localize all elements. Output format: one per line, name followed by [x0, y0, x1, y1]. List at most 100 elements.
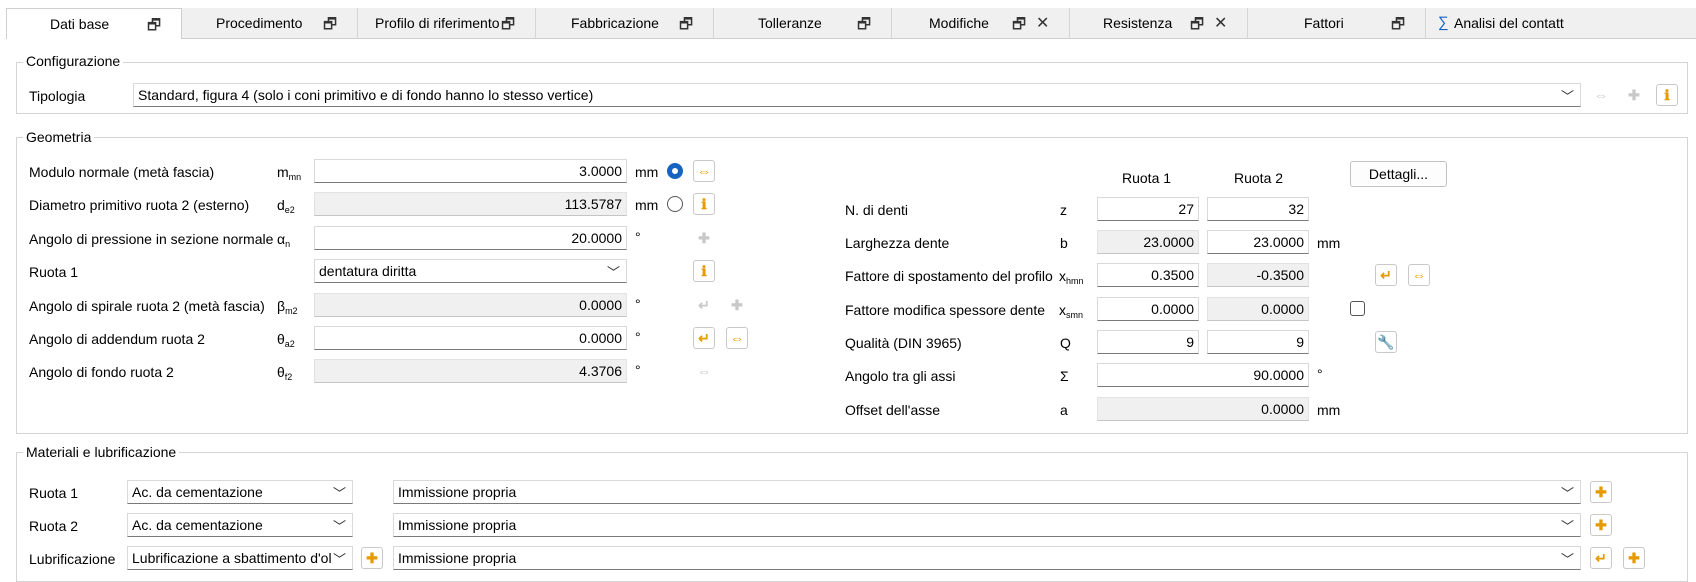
qualita-ruota1-input[interactable]: 9	[1097, 330, 1199, 354]
angolo-pressione-symbol: αn	[277, 231, 291, 249]
larghezza-dente-ruota2-input[interactable]: 23.0000	[1207, 230, 1309, 254]
restore-window-icon[interactable]: 🗗	[323, 14, 337, 39]
fattore-spessore-symbol: xsmn	[1059, 302, 1084, 320]
tab-label: Fabbricazione	[571, 15, 659, 31]
offset-asse-label: Offset dell'asse	[845, 402, 941, 418]
fattore-spostamento-ruota2-input[interactable]: -0.3500	[1207, 263, 1309, 287]
restore-window-icon[interactable]: 🗗	[679, 14, 693, 39]
materiale-ruota2-source-select[interactable]: Immissione propria ﹀	[393, 513, 1581, 537]
materiale-ruota1-select[interactable]: Ac. da cementazione ﹀	[127, 480, 353, 504]
diametro-primitivo-input[interactable]: 113.5787	[314, 192, 627, 216]
tipologia-label: Tipologia	[29, 88, 86, 104]
plus-icon[interactable]: ✚	[1623, 84, 1645, 106]
n-denti-ruota2-input[interactable]: 32	[1207, 197, 1309, 221]
chevron-down-icon: ﹀	[332, 486, 346, 501]
info-icon[interactable]: ℹ	[693, 193, 715, 215]
wrench-icon[interactable]: 🔧	[1375, 331, 1397, 353]
tipologia-value: Standard, figura 4 (solo i coni primitiv…	[138, 87, 594, 103]
modulo-normale-label: Modulo normale (metà fascia)	[29, 164, 215, 180]
angolo-pressione-label: Angolo di pressione in sezione normale	[29, 231, 274, 247]
angolo-pressione-input[interactable]: 20.0000	[314, 226, 627, 250]
tab-tolleranze[interactable]: Tolleranze 🗗	[714, 8, 892, 39]
info-icon[interactable]: ℹ	[693, 260, 715, 282]
arrow-left-icon[interactable]: ↵	[1590, 547, 1612, 569]
fattore-spessore-checkbox[interactable]	[1350, 301, 1365, 316]
restore-window-icon[interactable]: 🗗	[147, 15, 161, 40]
larghezza-dente-ruota1-input[interactable]: 23.0000	[1097, 230, 1199, 254]
tab-label: Profilo di riferimento	[375, 15, 500, 31]
close-icon[interactable]: ✕	[1036, 13, 1049, 33]
fattore-spessore-ruota1-input[interactable]: 0.0000	[1097, 297, 1199, 321]
n-denti-ruota1-input[interactable]: 27	[1097, 197, 1199, 221]
materiale-ruota1-source-select[interactable]: Immissione propria ﹀	[393, 480, 1581, 504]
modulo-normale-input[interactable]: 3.0000	[314, 159, 627, 183]
restore-window-icon[interactable]: 🗗	[857, 14, 871, 39]
lubrificazione-source-select[interactable]: Immissione propria ﹀	[393, 546, 1581, 570]
group-title-configurazione: Configurazione	[23, 53, 124, 69]
ruota1-dentatura-select[interactable]: dentatura diritta ﹀	[314, 259, 627, 283]
materiale-ruota2-label: Ruota 2	[29, 518, 79, 534]
diametro-primitivo-radio[interactable]	[667, 196, 683, 212]
tab-procedimento[interactable]: Procedimento 🗗	[182, 8, 358, 39]
fattore-spostamento-ruota1-input[interactable]: 0.3500	[1097, 263, 1199, 287]
tab-fattori[interactable]: Fattori 🗗	[1248, 8, 1426, 39]
offset-asse-input[interactable]: 0.0000	[1097, 397, 1309, 421]
column-header-ruota2: Ruota 2	[1234, 170, 1284, 186]
group-title-materiali: Materiali e lubrificazione	[23, 444, 180, 460]
ruota1-dentatura-value: dentatura diritta	[319, 263, 417, 279]
restore-window-icon[interactable]: 🗗	[1012, 14, 1026, 39]
fattore-spessore-ruota2-input[interactable]: 0.0000	[1207, 297, 1309, 321]
close-icon[interactable]: ✕	[1214, 13, 1227, 33]
angolo-assi-symbol: Σ	[1060, 368, 1069, 384]
restore-window-icon[interactable]: 🗗	[501, 14, 515, 39]
arrow-left-icon[interactable]: ↵	[693, 327, 715, 349]
tab-profilo-di-riferimento[interactable]: Profilo di riferimento 🗗	[358, 8, 536, 39]
diametro-primitivo-label: Diametro primitivo ruota 2 (esterno)	[29, 197, 250, 213]
angolo-spirale-input[interactable]: 0.0000	[314, 293, 627, 317]
chevron-down-icon: ﹀	[1560, 486, 1574, 501]
qualita-ruota2-input[interactable]: 9	[1207, 330, 1309, 354]
arrows-icon[interactable]: ⇔	[1590, 84, 1612, 106]
plus-icon[interactable]: ✚	[361, 547, 383, 569]
dettagli-button[interactable]: Dettagli...	[1350, 161, 1447, 187]
materiale-ruota1-value: Ac. da cementazione	[132, 484, 263, 500]
tab-label: Dati base	[50, 16, 110, 32]
arrow-left-icon[interactable]: ↵	[1375, 264, 1397, 286]
materiale-ruota1-source: Immissione propria	[398, 484, 517, 500]
info-icon[interactable]: ℹ	[1656, 84, 1678, 106]
lubrificazione-label: Lubrificazione	[29, 551, 116, 567]
angolo-addendum-label: Angolo di addendum ruota 2	[29, 331, 205, 347]
tab-resistenza[interactable]: Resistenza 🗗 ✕	[1070, 8, 1248, 39]
chevron-down-icon: ﹀	[332, 552, 346, 567]
lubrificazione-source: Immissione propria	[398, 550, 517, 566]
tab-fabbricazione[interactable]: Fabbricazione 🗗	[536, 8, 714, 39]
modulo-normale-radio[interactable]	[667, 163, 683, 179]
angolo-addendum-symbol: θa2	[277, 331, 295, 349]
plus-icon[interactable]: ✚	[1590, 481, 1612, 503]
arrow-left-icon[interactable]: ↵	[693, 294, 715, 316]
plus-icon[interactable]: ✚	[726, 294, 748, 316]
angolo-addendum-input[interactable]: 0.0000	[314, 326, 627, 350]
angolo-fondo-input[interactable]: 4.3706	[314, 359, 627, 383]
restore-window-icon[interactable]: 🗗	[1391, 14, 1405, 39]
chevron-down-icon: ﹀	[332, 519, 346, 534]
ruota1-dentatura-label: Ruota 1	[29, 264, 79, 280]
plus-icon[interactable]: ✚	[1623, 547, 1645, 569]
angolo-assi-label: Angolo tra gli assi	[845, 368, 956, 384]
arrows-icon[interactable]: ⇔	[726, 327, 748, 349]
arrows-icon[interactable]: ⇔	[693, 160, 715, 182]
plus-icon[interactable]: ✚	[693, 227, 715, 249]
tab-modifiche[interactable]: Modifiche 🗗 ✕	[892, 8, 1070, 39]
tab-dati-base[interactable]: Dati base 🗗	[6, 8, 182, 39]
materiale-ruota2-select[interactable]: Ac. da cementazione ﹀	[127, 513, 353, 537]
lubrificazione-select[interactable]: Lubrificazione a sbattimento d'ol ﹀	[127, 546, 353, 570]
restore-window-icon[interactable]: 🗗	[1190, 14, 1204, 39]
arrows-icon[interactable]: ⇔	[693, 360, 715, 382]
arrows-icon[interactable]: ⇔	[1408, 264, 1430, 286]
angolo-assi-input[interactable]: 90.0000	[1097, 363, 1309, 387]
larghezza-dente-label: Larghezza dente	[845, 235, 950, 251]
tipologia-select[interactable]: Standard, figura 4 (solo i coni primitiv…	[133, 83, 1581, 107]
plus-icon[interactable]: ✚	[1590, 514, 1612, 536]
offset-asse-symbol: a	[1060, 402, 1068, 418]
tab-analisi-del-contatto[interactable]: ∑ Analisi del contatt	[1426, 8, 1696, 39]
